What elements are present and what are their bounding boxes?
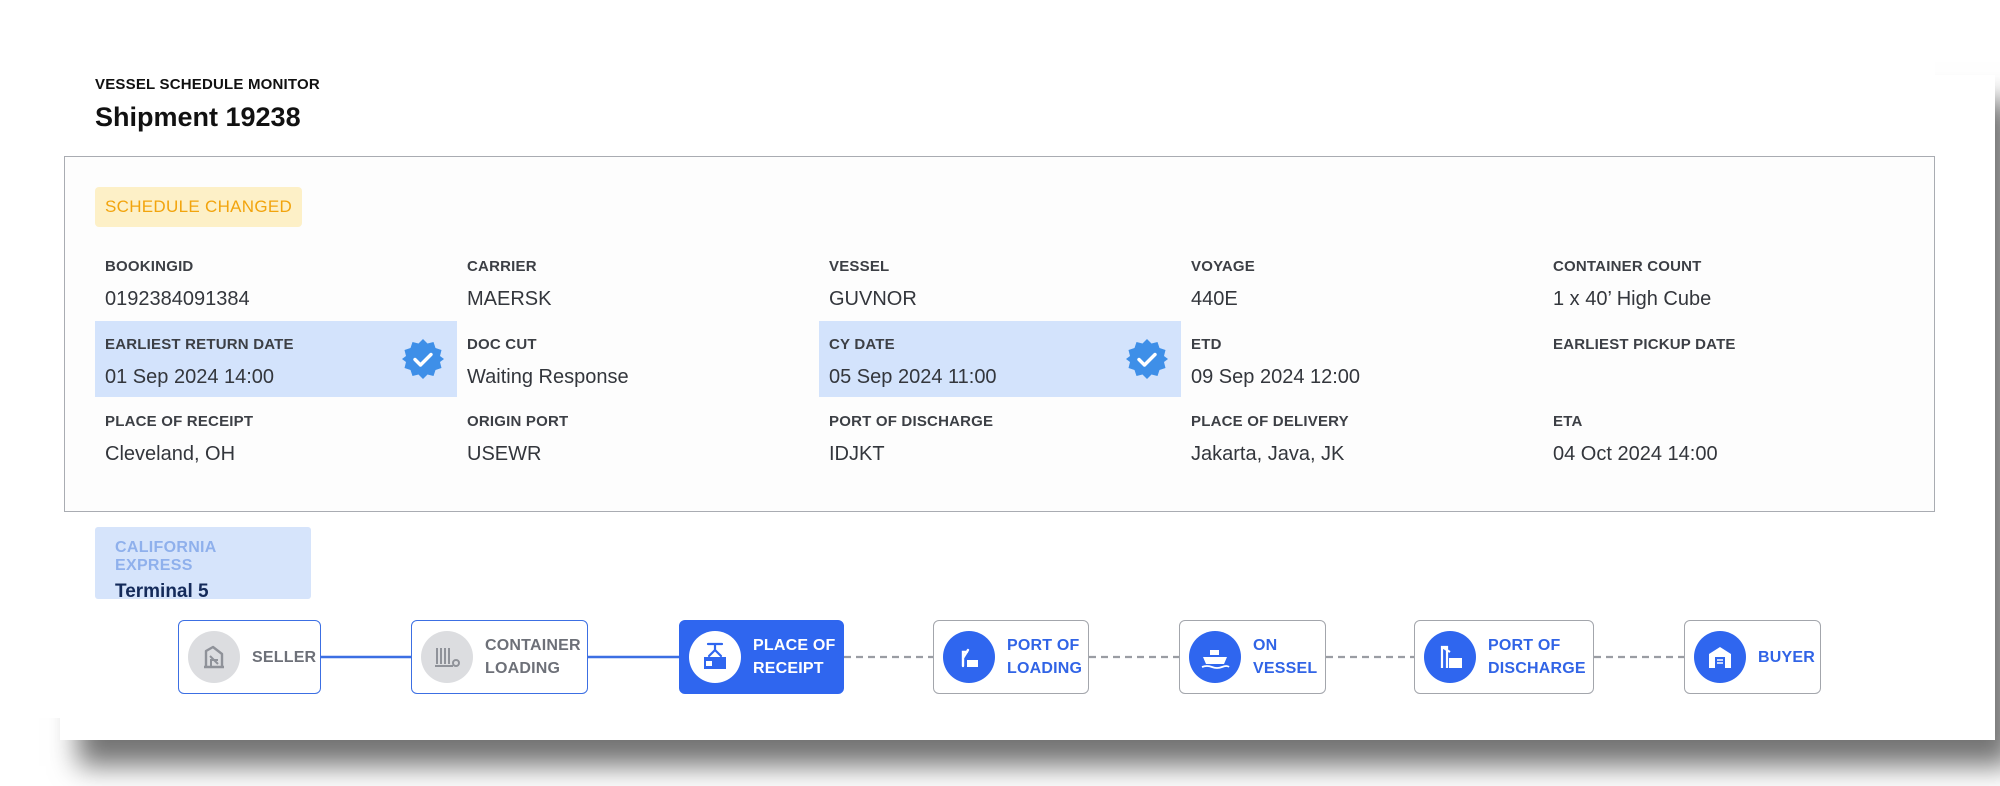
container-loading-icon bbox=[421, 631, 473, 683]
field-label: PLACE OF RECEIPT bbox=[105, 413, 254, 430]
field-value: 05 Sep 2024 11:00 bbox=[829, 366, 997, 388]
timeline-step-port-of-discharge[interactable]: PORT OF DISCHARGE bbox=[1414, 620, 1594, 694]
field-carrier: CARRIER MAERSK bbox=[457, 243, 819, 319]
field-value: USEWR bbox=[467, 443, 542, 465]
terminal-card[interactable]: CALIFORNIA EXPRESS Terminal 5 bbox=[95, 527, 311, 602]
field-label: CARRIER bbox=[467, 258, 537, 275]
field-place-of-receipt: PLACE OF RECEIPT Cleveland, OH bbox=[95, 398, 457, 474]
field-port-of-discharge: PORT OF DISCHARGE IDJKT bbox=[819, 398, 1181, 474]
field-label: ETA bbox=[1553, 413, 1583, 430]
field-label: EARLIEST PICKUP DATE bbox=[1553, 336, 1736, 353]
field-voyage: VOYAGE 440E bbox=[1181, 243, 1543, 319]
timeline-step-label: CONTAINER LOADING bbox=[485, 637, 581, 677]
port-discharge-icon bbox=[1424, 631, 1476, 683]
timeline-step-label: PLACE OF RECEIPT bbox=[753, 637, 836, 677]
field-container-count: CONTAINER COUNT 1 x 40’ High Cube bbox=[1543, 243, 1905, 319]
timeline-step-label: ON VESSEL bbox=[1253, 637, 1318, 677]
field-label: CY DATE bbox=[829, 336, 895, 353]
timeline-step-label: PORT OF DISCHARGE bbox=[1488, 637, 1586, 677]
field-label: ORIGIN PORT bbox=[467, 413, 569, 430]
field-vessel: VESSEL GUVNOR bbox=[819, 243, 1181, 319]
field-label: DOC CUT bbox=[467, 336, 537, 353]
timeline-step-place-of-receipt[interactable]: PLACE OF RECEIPT bbox=[679, 620, 844, 694]
field-earliest-return-date: EARLIEST RETURN DATE 01 Sep 2024 14:00 bbox=[95, 321, 457, 397]
timeline-step-on-vessel[interactable]: ON VESSEL bbox=[1179, 620, 1326, 694]
timeline-step-container-loading[interactable]: CONTAINER LOADING bbox=[411, 620, 588, 694]
field-bookingid: BOOKINGID 0192384091384 bbox=[95, 243, 457, 319]
shipment-timeline: SELLER CONTAINER LOADING PLACE OF RECEIPT P… bbox=[0, 620, 1935, 694]
warehouse-icon bbox=[1694, 631, 1746, 683]
field-label: VESSEL bbox=[829, 258, 890, 275]
field-origin-port: ORIGIN PORT USEWR bbox=[457, 398, 819, 474]
field-value: 1 x 40’ High Cube bbox=[1553, 288, 1712, 310]
field-value: Cleveland, OH bbox=[105, 443, 236, 465]
field-label: ETD bbox=[1191, 336, 1222, 353]
field-value: Jakarta, Java, JK bbox=[1191, 443, 1345, 465]
field-value: 0192384091384 bbox=[105, 288, 250, 310]
field-value: 01 Sep 2024 14:00 bbox=[105, 366, 275, 388]
field-label: VOYAGE bbox=[1191, 258, 1256, 275]
field-eta: ETA 04 Oct 2024 14:00 bbox=[1543, 398, 1905, 474]
field-doc-cut: DOC CUT Waiting Response bbox=[457, 321, 819, 397]
field-label: EARLIEST RETURN DATE bbox=[105, 336, 294, 353]
field-label: PLACE OF DELIVERY bbox=[1191, 413, 1349, 430]
status-badge: SCHEDULE CHANGED bbox=[95, 187, 303, 227]
shipment-details-panel: SCHEDULE CHANGED BOOKINGID 0192384091384 C… bbox=[64, 156, 1935, 512]
terminal-name: CALIFORNIA EXPRESS bbox=[115, 539, 217, 574]
port-loading-icon bbox=[943, 631, 995, 683]
field-value: GUVNOR bbox=[829, 288, 917, 310]
page-eyebrow: VESSEL SCHEDULE MONITOR bbox=[95, 76, 320, 93]
shipment-card: VESSEL SCHEDULE MONITOR Shipment 19238 S… bbox=[0, 0, 1935, 718]
terminal-number: Terminal 5 bbox=[115, 581, 209, 602]
field-value: MAERSK bbox=[467, 288, 552, 310]
field-label: BOOKINGID bbox=[105, 258, 194, 275]
field-value: Waiting Response bbox=[467, 366, 629, 388]
seller-icon bbox=[188, 631, 240, 683]
field-place-of-delivery: PLACE OF DELIVERY Jakarta, Java, JK bbox=[1181, 398, 1543, 474]
timeline-step-label: SELLER bbox=[252, 648, 317, 666]
verified-badge-icon bbox=[401, 337, 445, 381]
crane-container-icon bbox=[689, 631, 741, 683]
field-earliest-pickup-date: EARLIEST PICKUP DATE bbox=[1543, 321, 1905, 397]
timeline-step-label: BUYER bbox=[1758, 648, 1816, 666]
field-value: 04 Oct 2024 14:00 bbox=[1553, 443, 1718, 465]
field-label: CONTAINER COUNT bbox=[1553, 258, 1702, 275]
field-value: IDJKT bbox=[829, 443, 885, 465]
field-label: PORT OF DISCHARGE bbox=[829, 413, 994, 430]
timeline-step-label: PORT OF LOADING bbox=[1007, 637, 1083, 677]
field-value: 09 Sep 2024 12:00 bbox=[1191, 366, 1361, 388]
timeline-step-seller[interactable]: SELLER bbox=[178, 620, 321, 694]
page-title: Shipment 19238 bbox=[95, 102, 301, 132]
ship-icon bbox=[1189, 631, 1241, 683]
field-value: 440E bbox=[1191, 288, 1238, 310]
field-cy-date: CY DATE 05 Sep 2024 11:00 bbox=[819, 321, 1181, 397]
verified-badge-icon bbox=[1125, 337, 1169, 381]
timeline-step-buyer[interactable]: BUYER bbox=[1684, 620, 1821, 694]
timeline-step-port-of-loading[interactable]: PORT OF LOADING bbox=[933, 620, 1089, 694]
field-etd: ETD 09 Sep 2024 12:00 bbox=[1181, 321, 1543, 397]
